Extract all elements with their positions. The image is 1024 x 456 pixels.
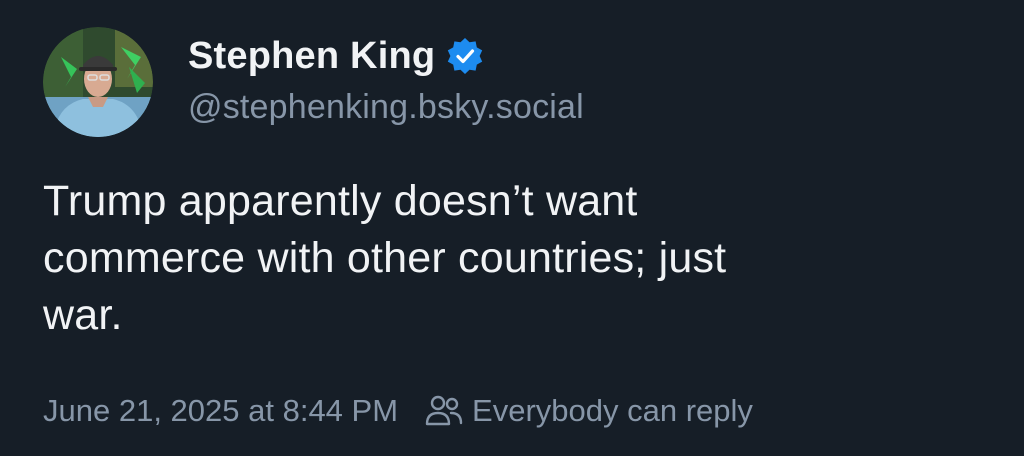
people-icon	[424, 393, 464, 429]
author-handle[interactable]: @stephenking.bsky.social	[188, 88, 584, 127]
post-text-line: commerce with other countries; just	[43, 234, 727, 282]
post-meta: June 21, 2025 at 8:44 PM Everybody can r…	[43, 393, 753, 429]
reply-setting-label[interactable]: Everybody can reply	[472, 393, 753, 429]
avatar-image	[43, 27, 153, 137]
post-card: Stephen King @stephenking.bsky.social Tr…	[0, 0, 1024, 456]
post-text-line: war.	[43, 291, 123, 339]
verified-badge-icon	[445, 36, 485, 76]
author-name-row: Stephen King	[188, 30, 584, 82]
post-text: Trump apparently doesn’t want commerce w…	[43, 173, 943, 344]
author-info: Stephen King @stephenking.bsky.social	[188, 30, 584, 127]
post-text-line: Trump apparently doesn’t want	[43, 177, 638, 225]
author-display-name[interactable]: Stephen King	[188, 35, 435, 78]
post-timestamp[interactable]: June 21, 2025 at 8:44 PM	[43, 393, 398, 429]
author-avatar[interactable]	[43, 27, 153, 137]
